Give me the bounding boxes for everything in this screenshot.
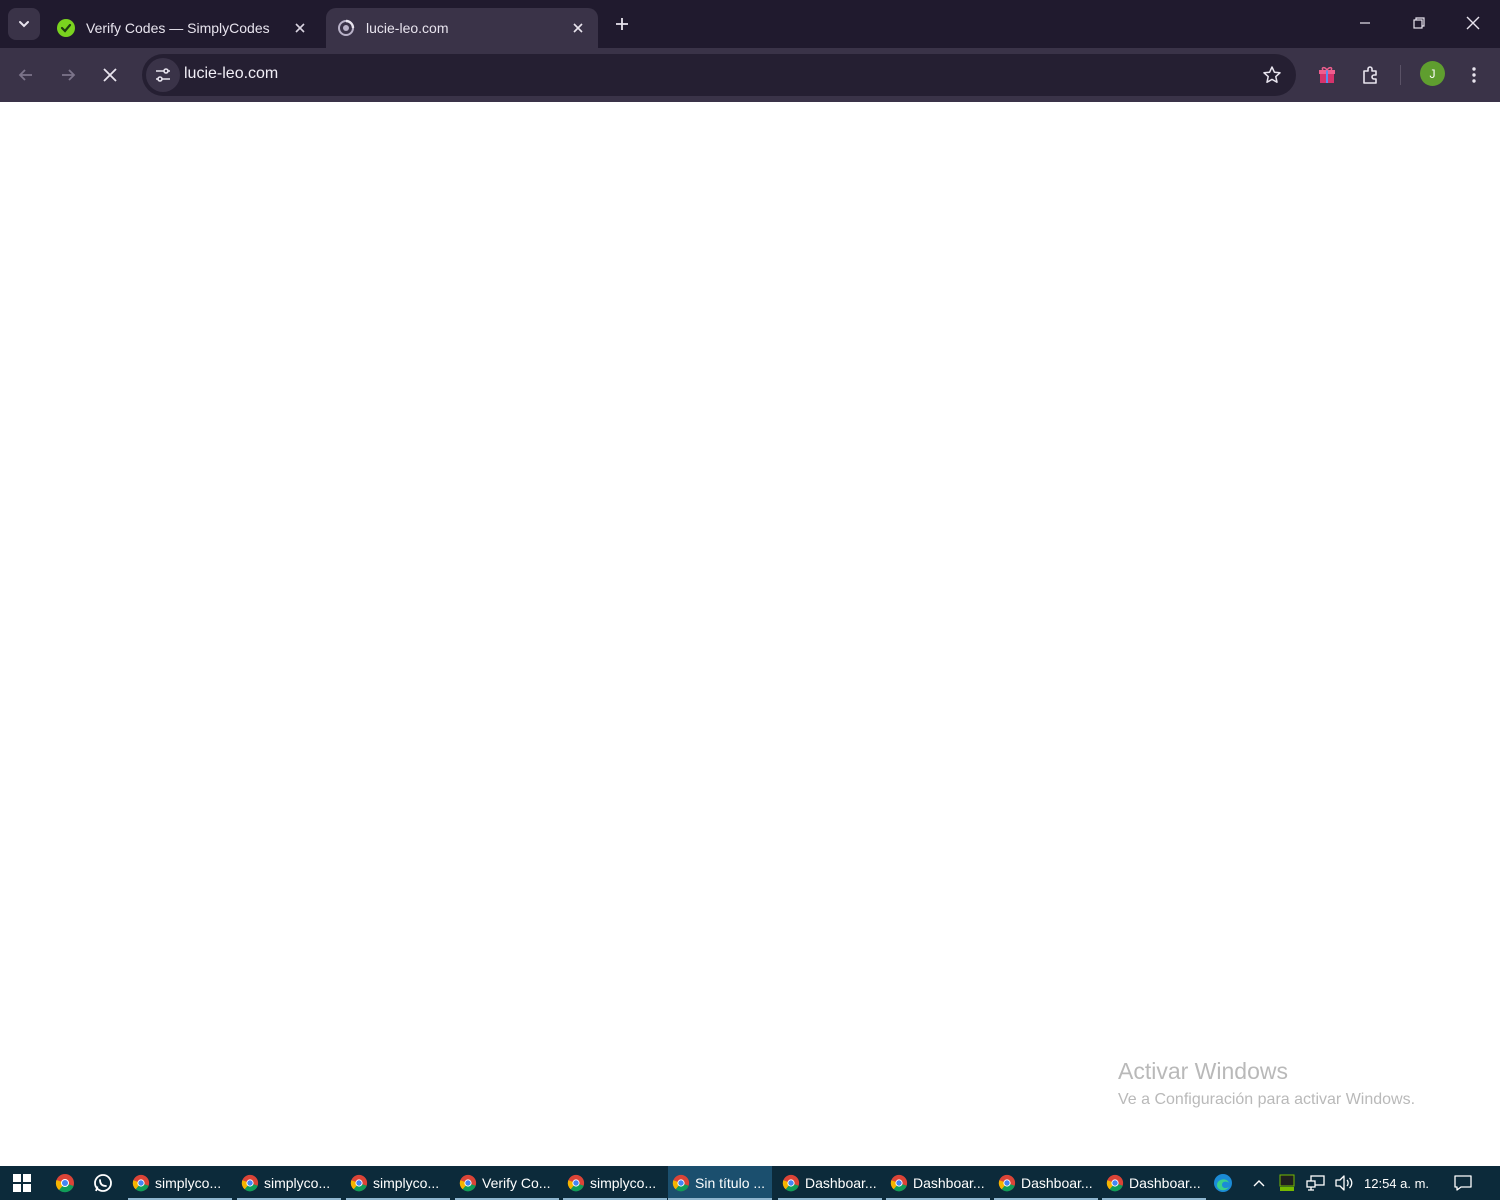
url-text[interactable]: lucie-leo.com — [184, 65, 278, 83]
taskbar-item[interactable]: simplyco... — [128, 1166, 232, 1200]
chrome-icon — [567, 1174, 585, 1192]
more-vertical-icon — [1472, 67, 1476, 83]
taskbar-item[interactable]: Dashboar... — [886, 1166, 990, 1200]
chrome-icon — [782, 1174, 800, 1192]
taskbar-item-label: simplyco... — [590, 1175, 657, 1191]
taskbar-item-active[interactable]: Sin título ... — [668, 1166, 772, 1200]
action-center-button[interactable] — [1450, 1166, 1476, 1200]
tab-title: Verify Codes — SimplyCodes — [86, 20, 270, 36]
close-icon[interactable] — [290, 18, 310, 38]
start-button[interactable] — [2, 1166, 42, 1200]
chrome-icon — [1106, 1174, 1124, 1192]
tab-verify-codes[interactable]: Verify Codes — SimplyCodes — [46, 8, 320, 48]
back-button[interactable] — [8, 57, 44, 93]
taskbar-item[interactable]: simplyco... — [563, 1166, 667, 1200]
close-icon — [103, 68, 117, 82]
puzzle-icon — [1363, 66, 1377, 84]
chrome-icon — [132, 1174, 150, 1192]
tab-strip: Verify Codes — SimplyCodes lucie-leo.com — [0, 0, 1500, 48]
taskbar-edge[interactable] — [1203, 1166, 1243, 1200]
windows-activation-watermark: Activar Windows Ve a Configuración para … — [1118, 1058, 1415, 1109]
loading-globe-icon — [336, 18, 356, 38]
chrome-icon — [350, 1174, 368, 1192]
plus-icon — [616, 18, 628, 30]
taskbar-item-label: simplyco... — [155, 1175, 222, 1191]
taskbar-chrome-pinned[interactable] — [45, 1166, 85, 1200]
new-tab-button[interactable] — [608, 10, 636, 38]
extension-gift-button[interactable] — [1309, 57, 1345, 93]
taskbar-whatsapp[interactable] — [83, 1166, 123, 1200]
toolbar-separator — [1400, 65, 1401, 85]
arrow-left-icon — [18, 69, 32, 81]
forward-button[interactable] — [50, 57, 86, 93]
taskbar-item[interactable]: simplyco... — [237, 1166, 341, 1200]
chrome-icon — [998, 1174, 1016, 1192]
chrome-icon — [890, 1174, 908, 1192]
tab-title: lucie-leo.com — [366, 20, 449, 36]
taskbar-item-label: simplyco... — [264, 1175, 331, 1191]
chrome-icon — [672, 1174, 690, 1192]
speaker-icon — [1335, 1175, 1353, 1191]
gift-extension-icon — [1319, 66, 1335, 83]
tray-volume[interactable] — [1332, 1166, 1356, 1200]
site-info-button[interactable] — [146, 58, 180, 92]
extensions-button[interactable] — [1352, 57, 1388, 93]
taskbar-item[interactable]: simplyco... — [346, 1166, 450, 1200]
taskbar-item-label: Dashboar... — [1129, 1175, 1201, 1191]
windows-logo-icon — [13, 1174, 31, 1192]
browser-toolbar: lucie-leo.com — [0, 48, 1500, 102]
taskbar-item[interactable]: Dashboar... — [994, 1166, 1098, 1200]
page-content: Activar Windows Ve a Configuración para … — [0, 102, 1500, 1166]
close-window-button[interactable] — [1446, 0, 1500, 46]
bookmark-star-button[interactable] — [1260, 63, 1284, 87]
tune-icon — [156, 68, 170, 82]
notification-icon — [1454, 1175, 1472, 1191]
chrome-icon — [459, 1174, 477, 1192]
taskbar-item[interactable]: Dashboar... — [1102, 1166, 1206, 1200]
stop-loading-button[interactable] — [92, 57, 128, 93]
whatsapp-icon — [94, 1174, 112, 1192]
taskbar-clock[interactable]: 12:54 a. m. — [1364, 1166, 1429, 1200]
gpu-tray-icon — [1279, 1174, 1295, 1191]
show-hidden-icons-button[interactable] — [1248, 1166, 1270, 1200]
taskbar-item-label: Verify Co... — [482, 1175, 551, 1191]
network-icon — [1306, 1175, 1325, 1191]
tray-nvidia[interactable] — [1276, 1166, 1298, 1200]
chrome-icon — [241, 1174, 259, 1192]
minimize-button[interactable] — [1338, 0, 1392, 46]
edge-icon — [1214, 1174, 1232, 1192]
windows-taskbar: simplyco... simplyco... simplyco... Veri… — [0, 1166, 1500, 1200]
watermark-title: Activar Windows — [1118, 1058, 1288, 1084]
taskbar-item-label: simplyco... — [373, 1175, 440, 1191]
tray-network[interactable] — [1304, 1166, 1328, 1200]
close-icon — [1466, 16, 1480, 30]
taskbar-item-label: Sin título ... — [695, 1175, 766, 1191]
taskbar-item[interactable]: Dashboar... — [778, 1166, 882, 1200]
restore-button[interactable] — [1392, 0, 1446, 46]
star-icon — [1263, 66, 1281, 83]
minimize-icon — [1360, 22, 1370, 24]
taskbar-item[interactable]: Verify Co... — [455, 1166, 559, 1200]
taskbar-item-label: Dashboar... — [913, 1175, 985, 1191]
taskbar-item-label: Dashboar... — [805, 1175, 877, 1191]
address-bar[interactable]: lucie-leo.com — [142, 54, 1296, 96]
chrome-icon — [55, 1174, 74, 1193]
taskbar-item-label: Dashboar... — [1021, 1175, 1093, 1191]
chevron-up-icon — [1253, 1180, 1265, 1187]
profile-avatar[interactable]: J — [1420, 61, 1445, 86]
browser-menu-button[interactable] — [1456, 57, 1492, 93]
watermark-subtitle: Ve a Configuración para activar Windows. — [1118, 1091, 1416, 1108]
restore-icon — [1413, 17, 1425, 29]
simplycodes-icon — [56, 18, 76, 38]
tab-lucie-leo[interactable]: lucie-leo.com — [326, 8, 598, 48]
arrow-right-icon — [62, 69, 76, 81]
tab-search-button[interactable] — [8, 8, 40, 40]
close-icon[interactable] — [568, 18, 588, 38]
chevron-down-icon — [19, 21, 29, 28]
